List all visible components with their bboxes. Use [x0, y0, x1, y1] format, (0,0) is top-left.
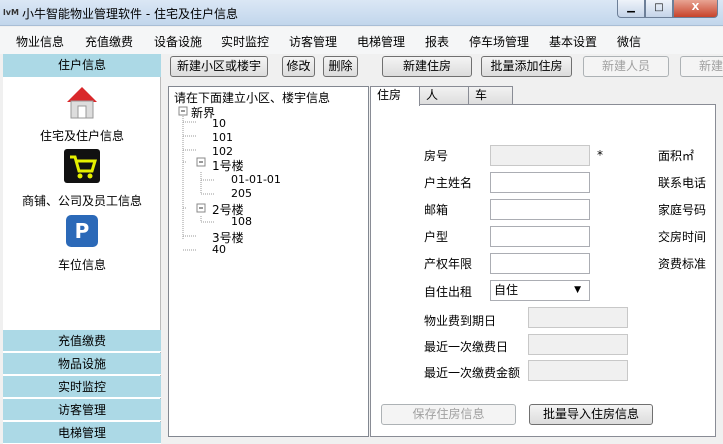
use-label: 自住出租: [424, 285, 473, 299]
chevron-down-icon: ▼: [574, 285, 581, 295]
menu-property[interactable]: 物业信息: [16, 33, 64, 50]
new-estate-button[interactable]: 新建小区或楼宇: [170, 56, 268, 77]
sidebar-nav-elevator[interactable]: 电梯管理: [3, 422, 161, 444]
batch-import-button[interactable]: 批量导入住房信息: [529, 404, 653, 425]
sidebar-item-shops[interactable]: 商铺、公司及员工信息: [3, 192, 161, 209]
save-house-button[interactable]: 保存住房信息: [381, 404, 516, 425]
house-form: 房号 * 户主姓名 邮箱 户型 产权年限 自住出租 自住 ▼ 面积㎡ 联系电话 …: [370, 104, 716, 437]
menu-equipment[interactable]: 设备设施: [154, 33, 202, 50]
window-title: 小牛智能物业管理软件 - 住宅及住户信息: [22, 7, 238, 21]
menu-settings[interactable]: 基本设置: [549, 33, 597, 50]
menu-parking[interactable]: 停车场管理: [469, 33, 529, 50]
house-icon[interactable]: [63, 84, 101, 120]
sidebar-item-residence[interactable]: 住宅及住户信息: [3, 127, 161, 144]
handover-label: 交房时间: [658, 230, 707, 244]
sidebar-header[interactable]: 住户信息: [3, 54, 161, 77]
email-input[interactable]: [490, 199, 590, 220]
use-select-value: 自住: [494, 283, 519, 297]
maximize-button[interactable]: □: [645, 0, 673, 18]
required-star: *: [597, 148, 603, 162]
owner-label: 户主姓名: [424, 176, 473, 190]
menu-recharge[interactable]: 充值缴费: [85, 33, 133, 50]
use-select[interactable]: 自住 ▼: [490, 280, 590, 301]
last-date-input[interactable]: [528, 334, 628, 355]
delete-button[interactable]: 删除: [323, 56, 358, 77]
sidebar-nav-monitor[interactable]: 实时监控: [3, 376, 161, 398]
sidebar: 住户信息 住宅及住户信息 商铺、公司及员工信息 P 车位信息 充值缴费 物品设施…: [3, 54, 161, 444]
tab-house[interactable]: 住房: [370, 86, 420, 106]
menu-monitor[interactable]: 实时监控: [221, 33, 269, 50]
tab-car[interactable]: 车: [468, 86, 513, 105]
menu-report[interactable]: 报表: [425, 33, 449, 50]
fee-standard-label: 资费标准: [658, 257, 707, 271]
tree-node[interactable]: 40: [212, 243, 226, 256]
minimize-button[interactable]: ▁: [617, 0, 645, 18]
phone-label: 联系电话: [658, 176, 707, 190]
batch-add-house-button[interactable]: 批量添加住房: [481, 56, 572, 77]
sidebar-nav-visitor[interactable]: 访客管理: [3, 399, 161, 421]
sidebar-item-parking[interactable]: 车位信息: [3, 256, 161, 273]
years-input[interactable]: [490, 253, 590, 274]
new-other-button[interactable]: 新建: [680, 56, 723, 77]
menu-wechat[interactable]: 微信: [617, 33, 641, 50]
email-label: 邮箱: [424, 203, 449, 217]
title-bar: lvM 小牛智能物业管理软件 - 住宅及住户信息 ▁ □ X: [0, 0, 723, 26]
parking-icon[interactable]: P: [66, 215, 98, 247]
room-input[interactable]: [490, 145, 590, 166]
type-label: 户型: [424, 230, 449, 244]
expire-label: 物业费到期日: [424, 314, 497, 328]
years-label: 产权年限: [424, 257, 473, 271]
menu-bar: 物业信息 充值缴费 设备设施 实时监控 访客管理 电梯管理 报表 停车场管理 基…: [0, 27, 723, 54]
estate-tree[interactable]: 请在下面建立小区、楼宇信息 新界 10 101 102 1号楼 01-01-01…: [168, 86, 369, 437]
tree-node[interactable]: 205: [231, 187, 252, 200]
app-logo-icon: lvM: [3, 8, 19, 17]
new-person-button[interactable]: 新建人员: [583, 56, 669, 77]
owner-input[interactable]: [490, 172, 590, 193]
edit-button[interactable]: 修改: [282, 56, 315, 77]
area-label: 面积㎡: [658, 149, 695, 163]
expire-input[interactable]: [528, 307, 628, 328]
last-amount-input[interactable]: [528, 360, 628, 381]
new-house-button[interactable]: 新建住房: [382, 56, 472, 77]
last-amount-label: 最近一次缴费金额: [424, 366, 521, 380]
tree-node[interactable]: 108: [231, 215, 252, 228]
sidebar-nav-facilities[interactable]: 物品设施: [3, 353, 161, 375]
room-label: 房号: [424, 149, 449, 163]
sidebar-nav-recharge[interactable]: 充值缴费: [3, 330, 161, 352]
menu-elevator[interactable]: 电梯管理: [357, 33, 405, 50]
close-button[interactable]: X: [673, 0, 718, 18]
last-date-label: 最近一次缴费日: [424, 340, 509, 354]
cart-icon[interactable]: [64, 149, 100, 183]
tree-node[interactable]: 1号楼: [212, 157, 244, 174]
type-input[interactable]: [490, 226, 590, 247]
tab-person[interactable]: 人: [419, 86, 469, 105]
tree-node[interactable]: 10: [212, 117, 226, 130]
tree-node[interactable]: 01-01-01: [231, 173, 281, 186]
tree-node[interactable]: 101: [212, 131, 233, 144]
home-phone-label: 家庭号码: [658, 203, 707, 217]
menu-visitor[interactable]: 访客管理: [289, 33, 337, 50]
